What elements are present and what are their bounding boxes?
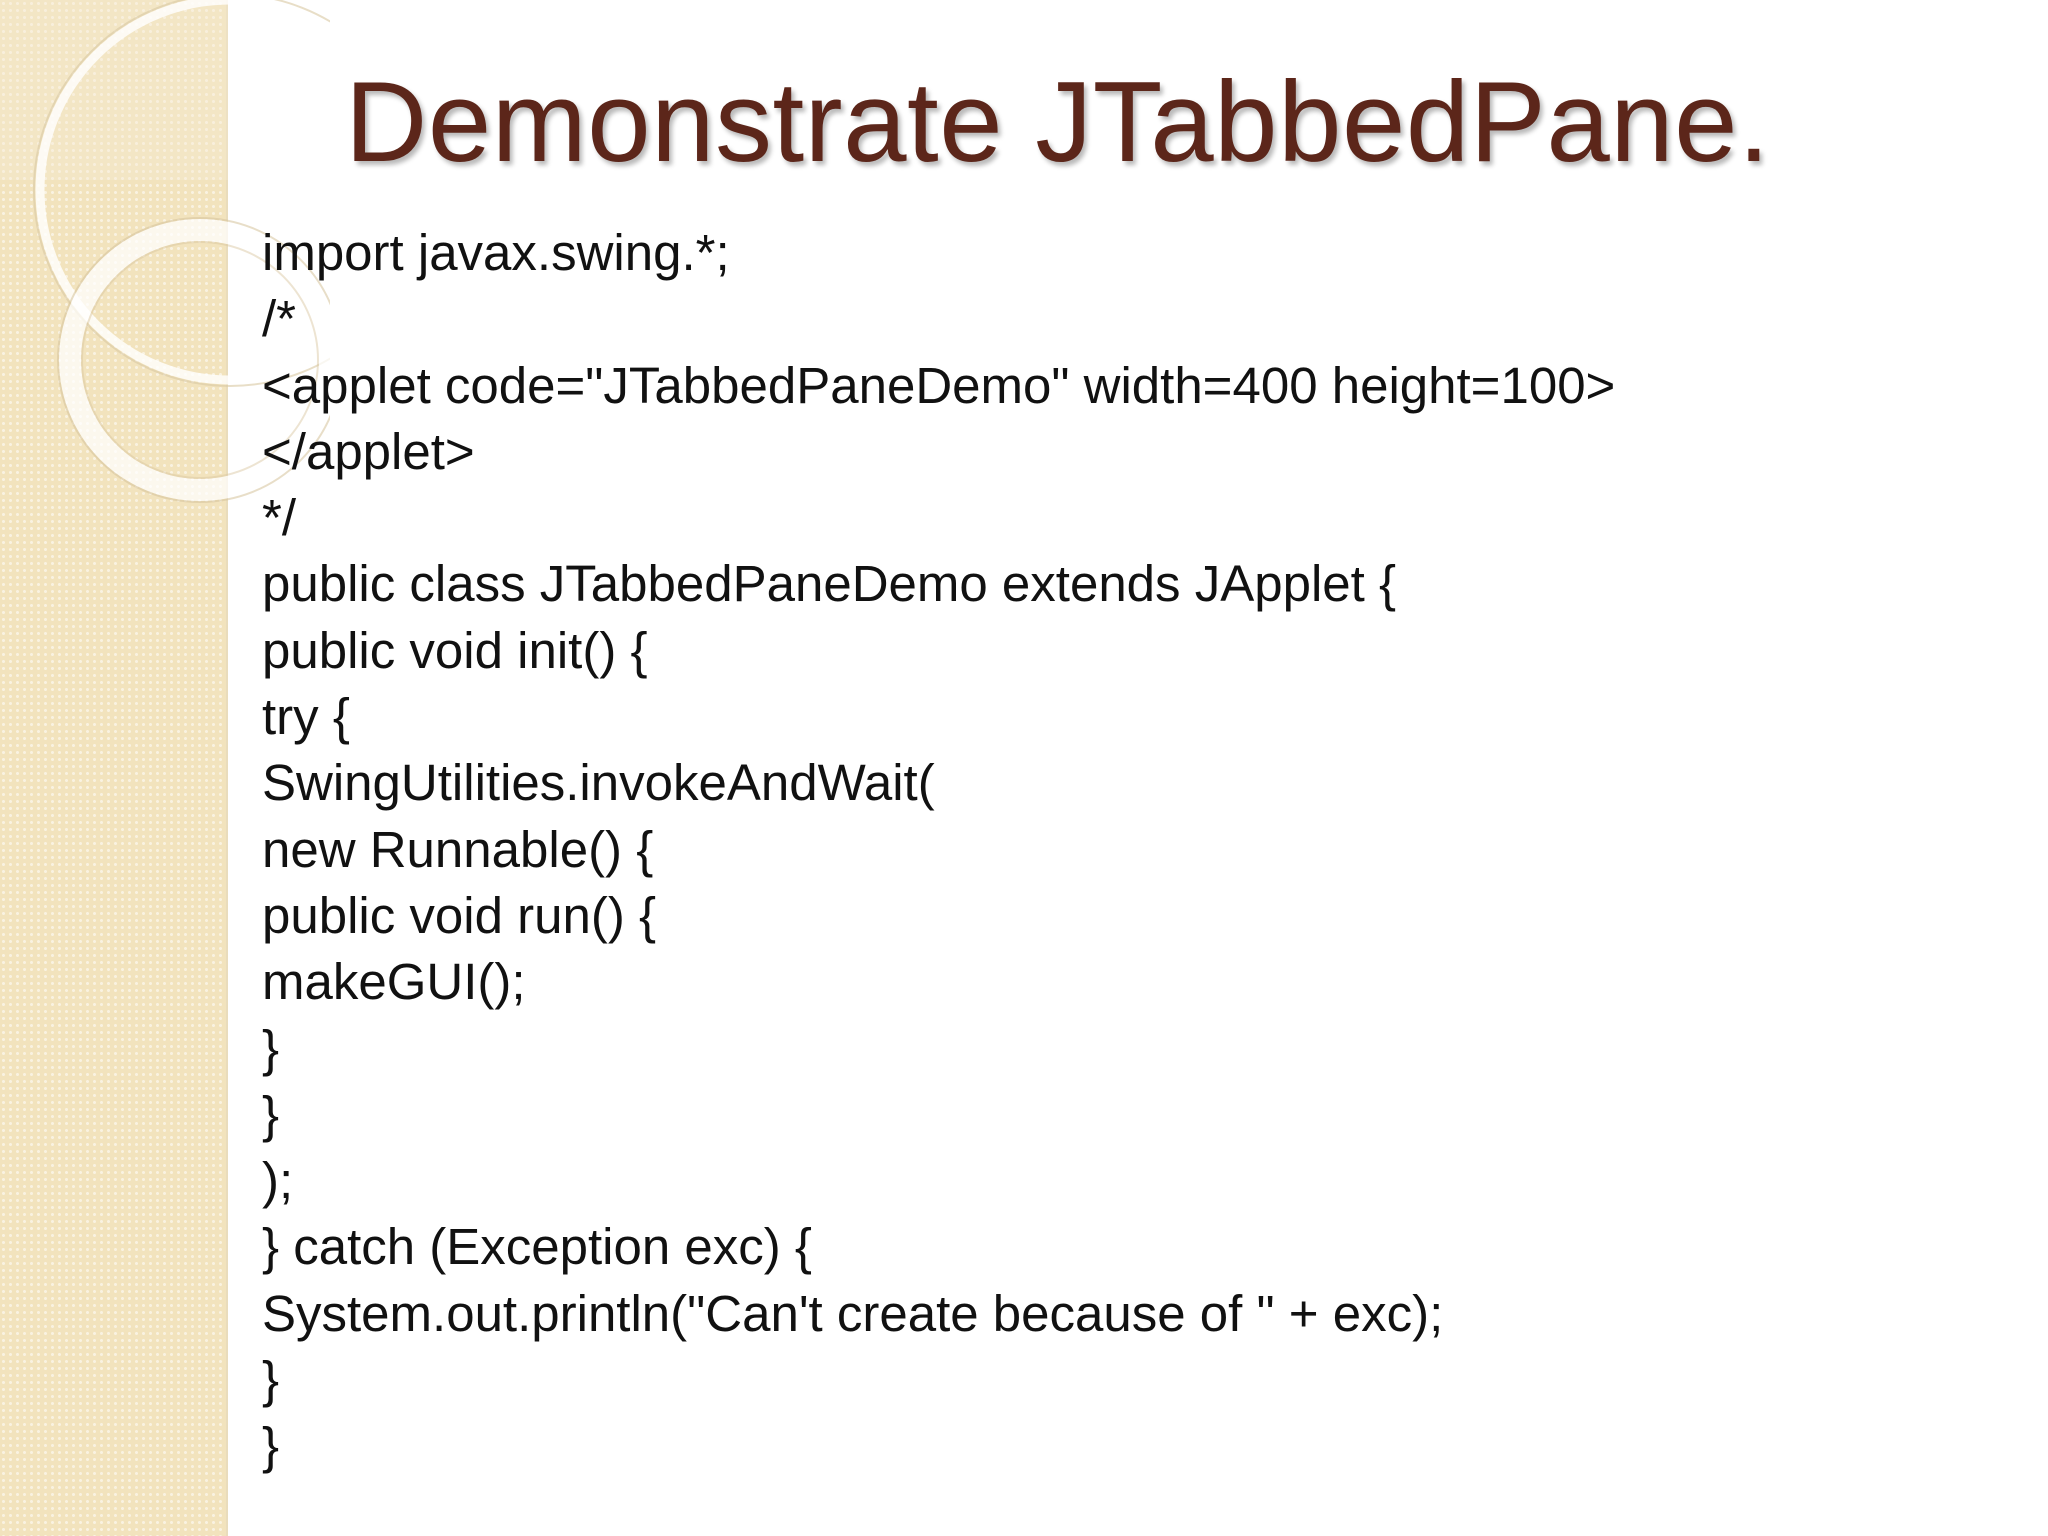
code-line: import javax.swing.*; bbox=[262, 224, 730, 281]
code-line: public void run() { bbox=[262, 886, 657, 944]
code-line: } bbox=[262, 1019, 280, 1077]
code-line: </applet> bbox=[262, 422, 475, 480]
code-line: <applet code="JTabbedPaneDemo" width=400… bbox=[262, 356, 1616, 414]
code-listing: import javax.swing.*; /* <applet code="JTa… bbox=[262, 220, 1615, 1480]
code-line: ); bbox=[262, 1152, 294, 1210]
code-line: new Runnable() { bbox=[262, 820, 654, 878]
code-line: } catch (Exception exc) { bbox=[262, 1218, 812, 1276]
code-line: */ bbox=[262, 489, 297, 547]
code-line: makeGUI(); bbox=[262, 953, 526, 1011]
code-line: } bbox=[262, 1417, 280, 1475]
code-line: public void init() { bbox=[262, 621, 648, 679]
code-line: SwingUtilities.invokeAndWait( bbox=[262, 754, 935, 812]
code-line: /* bbox=[262, 290, 297, 348]
slide: Demonstrate JTabbedPane. import javax.sw… bbox=[0, 0, 2048, 1536]
code-line: public class JTabbedPaneDemo extends JAp… bbox=[262, 555, 1397, 613]
code-line: } bbox=[262, 1085, 280, 1143]
slide-title: Demonstrate JTabbedPane. bbox=[345, 59, 1771, 186]
code-line: } bbox=[262, 1351, 280, 1409]
code-line: try { bbox=[262, 688, 350, 746]
code-line: System.out.println("Can't create because… bbox=[262, 1284, 1444, 1342]
